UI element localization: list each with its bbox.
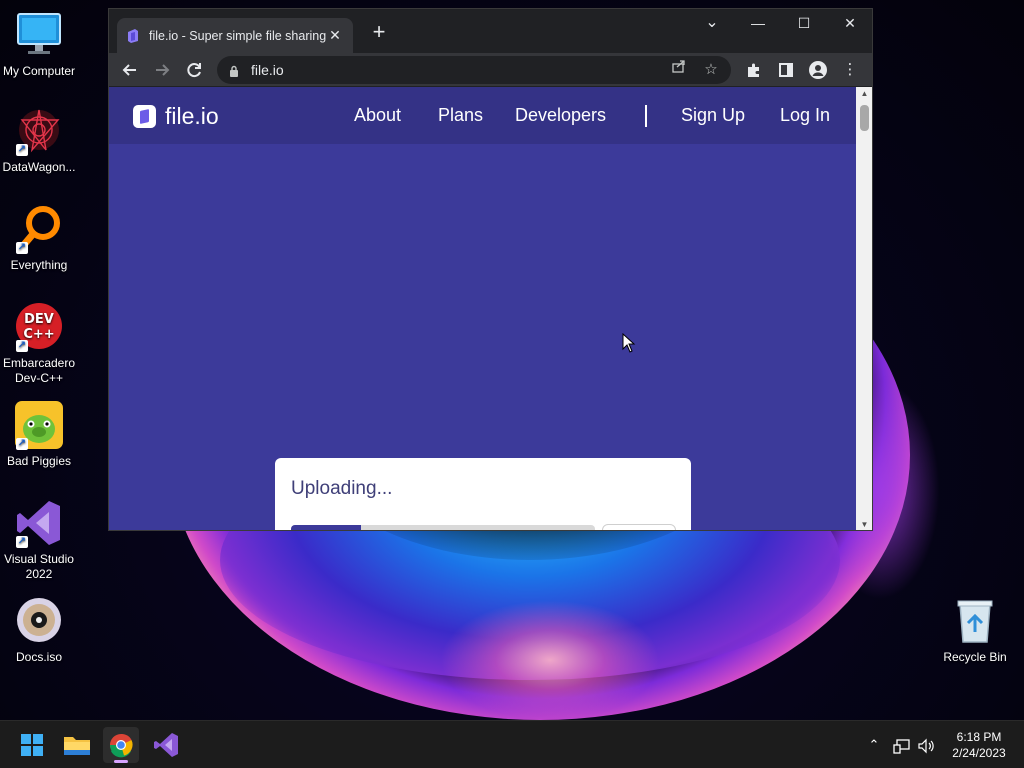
taskbar: ⌃ 6:18 PM 2/24/2023 [0, 720, 1024, 768]
upload-progress-card: Uploading... [275, 458, 691, 530]
lock-icon [229, 64, 239, 77]
site-header: file.io About Plans Developers Sign Up L… [109, 87, 856, 144]
disc-image-icon [14, 596, 64, 646]
share-icon[interactable] [667, 58, 691, 82]
visual-studio-icon: ↗ [14, 498, 64, 548]
nav-link-about[interactable]: About [354, 105, 401, 126]
bad-piggies-icon: ↗ [14, 400, 64, 450]
desktop-icon-datawagon[interactable]: ↗ DataWagon... [0, 106, 78, 175]
tab-search-icon[interactable]: ⌄ [689, 9, 735, 39]
back-arrow-icon [122, 64, 136, 76]
desktop-icon-visual-studio[interactable]: ↗ Visual Studio 2022 [0, 498, 78, 582]
nav-link-plans[interactable]: Plans [438, 105, 483, 126]
mouse-pointer-icon [622, 333, 636, 353]
side-panel-icon[interactable] [773, 57, 799, 83]
tab-file-io[interactable]: file.io - Super simple file sharing ✕ [117, 18, 353, 53]
datawagon-icon: ↗ [14, 106, 64, 156]
network-icon[interactable] [890, 721, 914, 768]
desktop-icon-label: Recycle Bin [943, 650, 1007, 664]
site-brand: file.io [165, 103, 219, 129]
cancel-upload-button[interactable] [602, 524, 676, 530]
desktop-icon-label: Embarcadero Dev-C++ [2, 356, 76, 385]
scroll-up-arrow-icon[interactable]: ▲ [856, 87, 872, 101]
desktop-icon-bad-piggies[interactable]: ↗ Bad Piggies [0, 400, 78, 469]
scroll-down-arrow-icon[interactable]: ▼ [856, 518, 872, 530]
svg-text:C++: C++ [23, 327, 54, 342]
desktop-icon-docs-iso[interactable]: Docs.iso [0, 596, 78, 665]
reload-button[interactable] [181, 57, 207, 83]
site-logo[interactable]: file.io [133, 103, 219, 130]
new-tab-button[interactable]: + [367, 21, 391, 45]
chrome-icon[interactable] [103, 727, 139, 763]
forward-button[interactable] [149, 57, 175, 83]
scrollbar-thumb[interactable] [860, 105, 869, 131]
desktop-icon-label: Visual Studio 2022 [4, 552, 74, 581]
desktop-icon-label: DataWagon... [2, 160, 76, 174]
volume-icon[interactable] [914, 721, 938, 768]
file-io-favicon-icon [127, 28, 139, 43]
desktop-icon-label: Bad Piggies [6, 454, 72, 468]
nav-link-developers[interactable]: Developers [515, 105, 606, 126]
forward-arrow-icon [156, 64, 170, 76]
url-text: file.io [251, 62, 284, 78]
upload-progress-fill [291, 525, 361, 530]
desktop-icon-everything[interactable]: ↗ Everything [0, 204, 78, 273]
upload-heading: Uploading... [291, 478, 393, 499]
clock-time: 6:18 PM [956, 730, 1002, 744]
taskbar-clock[interactable]: 6:18 PM 2/24/2023 [944, 729, 1014, 761]
svg-text:DEV: DEV [24, 312, 54, 327]
bookmark-star-icon[interactable]: ☆ [699, 58, 723, 82]
profile-avatar-icon[interactable] [805, 57, 831, 83]
nav-link-log-in[interactable]: Log In [780, 105, 830, 126]
nav-link-sign-up[interactable]: Sign Up [681, 105, 745, 126]
browser-window[interactable]: file.io - Super simple file sharing ✕ + … [108, 8, 873, 531]
page-viewport: file.io About Plans Developers Sign Up L… [109, 87, 856, 530]
back-button[interactable] [117, 57, 143, 83]
reload-icon [187, 63, 201, 78]
windows-start-icon[interactable] [14, 727, 50, 763]
maximize-button[interactable]: ☐ [781, 9, 827, 39]
show-hidden-icons-chevron-icon[interactable]: ⌃ [864, 721, 884, 768]
address-bar[interactable]: file.io ☆ [217, 56, 731, 84]
minimize-button[interactable]: — [735, 9, 781, 39]
monitor-icon [14, 10, 64, 60]
close-window-button[interactable]: ✕ [827, 9, 872, 39]
devcpp-icon: DEV C++ ↗ [14, 302, 64, 352]
tab-strip: file.io - Super simple file sharing ✕ + … [109, 9, 872, 53]
visual-studio-taskbar-icon[interactable] [147, 727, 183, 763]
extensions-puzzle-icon[interactable] [741, 57, 767, 83]
recycle-bin-icon [950, 596, 1000, 646]
tab-close-icon[interactable]: ✕ [327, 27, 343, 44]
page-scrollbar[interactable]: ▲ ▼ [856, 87, 872, 530]
browser-toolbar: file.io ☆ ⋮ [109, 53, 872, 86]
desktop-icon-recycle-bin[interactable]: Recycle Bin [936, 596, 1014, 665]
file-io-logo-icon [133, 105, 156, 128]
everything-search-icon: ↗ [14, 204, 64, 254]
desktop-icon-label: My Computer [2, 64, 76, 78]
desktop-icon-label: Everything [10, 258, 68, 272]
clock-date: 2/24/2023 [952, 746, 1006, 760]
tab-title: file.io - Super simple file sharing [149, 28, 327, 43]
desktop-icon-devcpp[interactable]: DEV C++ ↗ Embarcadero Dev-C++ [0, 302, 78, 386]
file-explorer-icon[interactable] [59, 727, 95, 763]
desktop-icon-my-computer[interactable]: My Computer [0, 10, 78, 79]
desktop-icon-label: Docs.iso [15, 650, 62, 664]
browser-menu-kebab-icon[interactable]: ⋮ [837, 57, 863, 83]
nav-divider [645, 105, 647, 127]
upload-progress-bar [291, 525, 595, 530]
